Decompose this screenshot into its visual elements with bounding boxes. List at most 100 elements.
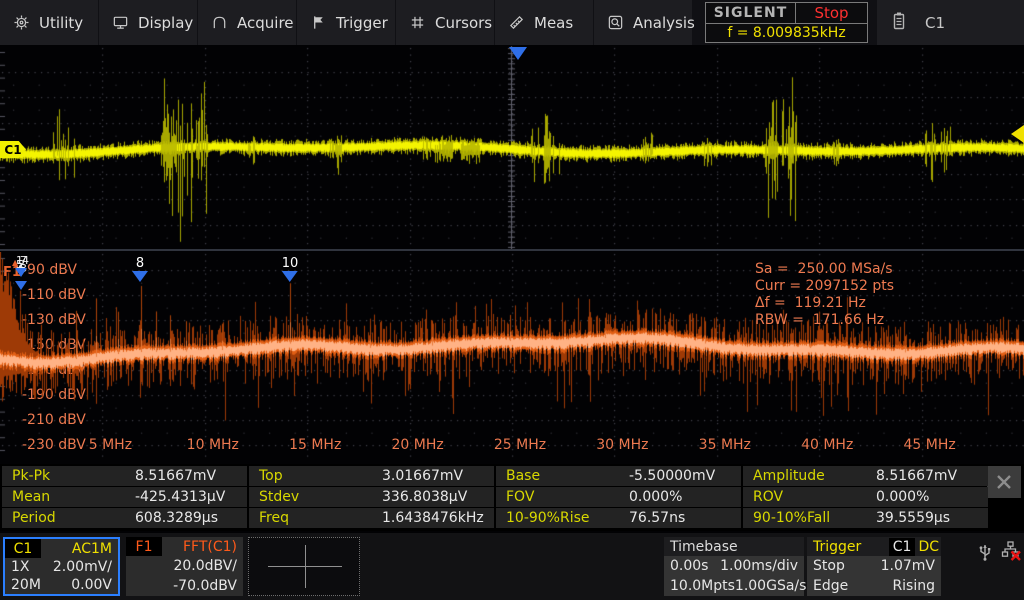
measurement-value: 336.8038µV xyxy=(382,489,468,505)
flag-icon xyxy=(310,14,328,32)
measurement-value: 3.01667mV xyxy=(382,468,464,484)
active-channel-indicator[interactable]: C1 xyxy=(877,0,1024,45)
fft-peak-marker-8[interactable]: 8 xyxy=(132,257,148,282)
fft-peak-marker-number: 10 xyxy=(281,256,299,271)
menu-item-meas[interactable]: Meas xyxy=(495,0,593,45)
fft-scale: 20.0dBV/ xyxy=(173,558,237,574)
fft-marker-cluster-digit: 7 xyxy=(20,254,27,267)
fft-chip: F1 xyxy=(126,537,162,556)
measurement-value: -425.4313µV xyxy=(135,489,226,505)
menu-item-trigger[interactable]: Trigger xyxy=(297,0,395,45)
active-channel-label: C1 xyxy=(925,13,946,32)
menu-item-label: Utility xyxy=(39,13,84,32)
menu-item-label: Meas xyxy=(534,13,574,32)
measurement-row: Mean -425.4313µV Stdev 336.8038µV FOV 0.000% R… xyxy=(2,487,990,507)
channel1-scale: 2.00mV/ xyxy=(52,559,112,575)
measurement-value: 76.57ns xyxy=(629,510,686,526)
menu-item-acquire[interactable]: Acquire xyxy=(198,0,296,45)
measurement-label: ROV xyxy=(753,489,784,505)
measure-ruler-icon xyxy=(508,14,526,32)
measurement-cell-mean: Mean -425.4313µV xyxy=(2,487,247,507)
menu-item-cursors[interactable]: Cursors xyxy=(396,0,494,45)
trigger-source: C1 xyxy=(888,537,916,556)
fft-descriptor-box[interactable]: F1 FFT(C1) 20.0dBV/ -70.0dBV xyxy=(126,537,243,596)
channel-list-icon xyxy=(891,11,907,35)
trigger-status: Stop xyxy=(813,558,845,574)
measurement-table: Pk-Pk 8.51667mV Top 3.01667mV Base -5.50000mV… xyxy=(0,464,1024,531)
fft-info-readout: Sa = 250.00 MSa/s Curr = 2097152 pts Δf … xyxy=(755,261,895,328)
marker-triangle-icon xyxy=(281,271,298,282)
trigger-box[interactable]: Trigger C1 DC Stop 1.07mV Edge Rising xyxy=(807,537,941,596)
menu-bar-items: Utility Display Acquire Trigger Cursors Meas A… xyxy=(0,0,695,45)
measurement-value: 608.3289µs xyxy=(135,510,219,526)
trigger-level-marker[interactable] xyxy=(1011,125,1024,143)
cursors-grid-icon xyxy=(409,14,427,32)
measurement-cell-amplitude: Amplitude 8.51667mV xyxy=(743,466,988,486)
status-bar: C1 AC1M 1X 2.00mV/ 20M 0.00V F1 FFT(C1) 20.0… xyxy=(0,533,1024,600)
marker-triangle-icon xyxy=(15,268,27,277)
menu-item-label: Cursors xyxy=(435,13,493,32)
timebase-box[interactable]: Timebase 0.00s 1.00ms/div 10.0Mpts 1.00GSa… xyxy=(664,537,807,596)
measurement-label: 90-10%Fall xyxy=(753,510,831,526)
trigger-title: Trigger xyxy=(813,538,862,555)
measurement-value: 1.6438476kHz xyxy=(382,510,484,526)
menu-bar: Utility Display Acquire Trigger Cursors Meas A… xyxy=(0,0,1024,45)
measurement-label: Base xyxy=(506,468,541,484)
measurement-cell-top: Top 3.01667mV xyxy=(249,466,494,486)
panel-divider xyxy=(0,249,1024,251)
measurement-close-button[interactable] xyxy=(987,466,1021,498)
trigger-level: 1.07mV xyxy=(880,558,935,574)
measurement-value: 39.5559µs xyxy=(876,510,951,526)
measurement-label: Top xyxy=(259,468,283,484)
display-icon xyxy=(112,14,130,32)
measurement-cell-freq: Freq 1.6438476kHz xyxy=(249,508,494,528)
oscilloscope-screen: Utility Display Acquire Trigger Cursors Meas A… xyxy=(0,0,1024,600)
gear-icon xyxy=(13,14,31,32)
menu-item-label: Acquire xyxy=(237,13,294,32)
trigger-coupling: DC xyxy=(918,538,939,555)
add-trace-placeholder[interactable] xyxy=(248,537,360,596)
menu-item-utility[interactable]: Utility xyxy=(0,0,98,45)
menu-item-label: Trigger xyxy=(336,13,388,32)
brand-status-box: SIGLENT Stop f = 8.009835kHz xyxy=(705,2,868,43)
channel1-offset: 0.00V xyxy=(71,577,112,593)
measurement-value: -5.50000mV xyxy=(629,468,716,484)
crosshair-icon xyxy=(305,545,306,588)
measurement-cell-pk-pk: Pk-Pk 8.51667mV xyxy=(2,466,247,486)
channel1-bandwidth: 20M xyxy=(11,577,41,593)
trigger-position-marker[interactable] xyxy=(509,47,527,60)
measurement-label: Period xyxy=(12,510,56,526)
menu-item-label: Display xyxy=(138,13,194,32)
lan-disconnected-icon[interactable] xyxy=(1000,540,1022,566)
measurement-row: Pk-Pk 8.51667mV Top 3.01667mV Base -5.50000mV… xyxy=(2,466,990,486)
fft-peak-marker-number: 8 xyxy=(135,256,145,271)
measurement-cell-base: Base -5.50000mV xyxy=(496,466,741,486)
timebase-samplerate: 1.00GSa/s xyxy=(734,578,807,594)
timebase-points: 10.0Mpts xyxy=(670,578,735,594)
timebase-delay: 0.00s xyxy=(670,558,709,574)
measurement-label: Pk-Pk xyxy=(12,468,51,484)
measurement-value: 0.000% xyxy=(876,489,930,505)
channel1-coupling: AC1M xyxy=(71,540,112,557)
channel1-chip: C1 xyxy=(5,539,41,558)
measurement-row: Period 608.3289µs Freq 1.6438476kHz 10-90%Ri… xyxy=(2,508,990,528)
measurement-label: Freq xyxy=(259,510,289,526)
trigger-type: Edge xyxy=(813,578,849,594)
fft-offset: -70.0dBV xyxy=(173,578,237,594)
fft-peak-marker-10[interactable]: 10 xyxy=(281,256,299,282)
acquisition-status-badge[interactable]: Stop xyxy=(796,3,867,23)
menu-item-analysis[interactable]: Analysis xyxy=(594,0,695,45)
marker-triangle-icon xyxy=(15,281,27,290)
channel1-descriptor-box[interactable]: C1 AC1M 1X 2.00mV/ 20M 0.00V xyxy=(3,537,120,596)
measurement-label: FOV xyxy=(506,489,535,505)
usb-icon[interactable] xyxy=(976,540,994,566)
analysis-magnifier-icon xyxy=(607,14,625,32)
menu-item-display[interactable]: Display xyxy=(99,0,197,45)
measurement-cell-90-10-fall: 90-10%Fall 39.5559µs xyxy=(743,508,988,528)
trigger-frequency-readout: f = 8.009835kHz xyxy=(727,25,846,41)
close-icon xyxy=(997,475,1011,489)
waveform-grid-canvas[interactable] xyxy=(0,46,1024,250)
timebase-scale: 1.00ms/div xyxy=(720,558,798,574)
acquire-icon xyxy=(211,14,229,32)
measurement-label: Stdev xyxy=(259,489,300,505)
